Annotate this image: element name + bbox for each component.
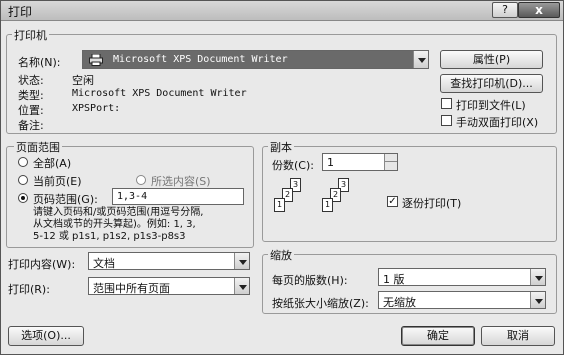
printer-select[interactable]: Microsoft XPS Document Writer — [82, 50, 429, 69]
print-what-label: 打印内容(W): — [8, 258, 76, 271]
type-value: Microsoft XPS Document Writer — [72, 88, 247, 99]
printer-group-title: 打印机 — [12, 27, 49, 43]
copies-title: 副本 — [268, 139, 294, 155]
pages-per-sheet-label: 每页的版数(H): — [272, 274, 348, 287]
print-to-file-checkbox[interactable] — [441, 98, 452, 109]
status-label: 状态: — [18, 74, 44, 87]
chevron-down-icon[interactable] — [530, 269, 545, 285]
zoom-title: 缩放 — [268, 247, 294, 263]
scale-select[interactable]: 无缩放 — [378, 291, 546, 309]
hint-line-2: 从文档或节的开头算起)。例如: 1, 3, — [33, 219, 196, 230]
collate-page-1: 1 — [274, 198, 285, 212]
properties-button[interactable]: 属性(P) — [440, 50, 543, 69]
scale-label: 按纸张大小缩放(Z): — [272, 297, 369, 310]
range-pages-radio[interactable] — [18, 193, 28, 203]
spinner-up-icon[interactable] — [384, 154, 397, 162]
cancel-button[interactable]: 取消 — [481, 326, 555, 346]
print-what-select[interactable]: 文档 — [88, 252, 250, 270]
copies-count-spinner[interactable]: 1 — [322, 153, 398, 171]
title-bar — [1, 1, 563, 21]
chevron-down-icon[interactable] — [530, 292, 545, 308]
find-printer-button[interactable]: 查找打印机(D)... — [440, 74, 543, 93]
collate-label: 逐份打印(T) — [402, 197, 462, 210]
range-current-label: 当前页(E) — [33, 175, 82, 188]
hint-line-1: 请键入页码和/或页码范围(用逗号分隔, — [33, 207, 204, 218]
collate-checkbox[interactable]: ✓ — [387, 196, 398, 207]
type-label: 类型: — [18, 89, 44, 102]
collate-preview-icon: 3 2 1 3 2 1 — [272, 178, 372, 228]
collate-page-1b: 1 — [322, 198, 333, 212]
pages-per-sheet-select[interactable]: 1 版 — [378, 268, 546, 286]
print-what-value: 文档 — [93, 257, 115, 270]
chevron-down-icon[interactable] — [234, 253, 249, 269]
printer-name-label: 名称(N): — [18, 56, 61, 69]
comment-label: 备注: — [18, 119, 44, 132]
copies-count-value: 1 — [327, 156, 334, 169]
print-label: 打印(R): — [8, 283, 50, 296]
status-value: 空闲 — [72, 74, 94, 87]
page-range-title: 页面范围 — [14, 139, 62, 155]
hint-line-3: 5-12 或 p1s1, p1s2, p1s3-p8s3 — [33, 231, 186, 242]
help-button[interactable]: ? — [492, 2, 518, 18]
manual-duplex-label: 手动双面打印(X) — [456, 116, 539, 129]
range-current-radio[interactable] — [18, 175, 28, 185]
location-label: 位置: — [18, 104, 44, 117]
manual-duplex-checkbox[interactable] — [441, 115, 452, 126]
chevron-down-icon[interactable] — [413, 51, 428, 68]
spinner-down-icon[interactable] — [384, 162, 397, 170]
scale-value: 无缩放 — [383, 296, 416, 309]
range-selection-label: 所选内容(S) — [151, 175, 211, 188]
page-range-hint: 请键入页码和/或页码范围(用逗号分隔, 从文档或节的开头算起)。例如: 1, 3… — [33, 207, 203, 243]
range-all-radio[interactable] — [18, 157, 28, 167]
print-to-file-label: 打印到文件(L) — [456, 99, 526, 112]
page-range-input[interactable]: 1,3-4 — [112, 188, 244, 205]
range-pages-label: 页码范围(G): — [33, 193, 98, 206]
range-selection-radio[interactable] — [136, 175, 146, 185]
window-title: 打印 — [8, 5, 33, 19]
pages-per-sheet-value: 1 版 — [383, 273, 405, 286]
printer-icon — [89, 53, 103, 66]
print-value: 范围中所有页面 — [93, 282, 170, 295]
printer-select-value: Microsoft XPS Document Writer — [113, 54, 288, 65]
copies-count-label: 份数(C): — [272, 159, 314, 172]
close-button[interactable]: x — [518, 2, 560, 18]
chevron-down-icon[interactable] — [234, 278, 249, 294]
location-value: XPSPort: — [72, 103, 121, 114]
options-button[interactable]: 选项(O)... — [8, 326, 84, 346]
range-all-label: 全部(A) — [33, 157, 72, 170]
ok-button[interactable]: 确定 — [401, 326, 475, 346]
print-select[interactable]: 范围中所有页面 — [88, 277, 250, 295]
